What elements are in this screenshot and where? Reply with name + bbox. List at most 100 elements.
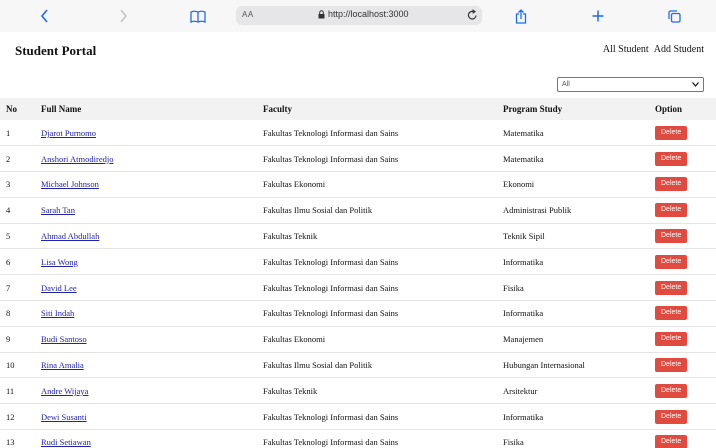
column-header-program-study: Program Study — [503, 104, 563, 114]
table-row: 10 Rina Amalia Fakultas Ilmu Sosial dan Po… — [0, 352, 716, 378]
row-full-name-cell: David Lee — [35, 275, 257, 301]
table-row: 4 Sarah Tan Fakultas Ilmu Sosial dan Polit… — [0, 197, 716, 224]
row-full-name-cell: Ahmad Abdullah — [35, 223, 257, 249]
delete-button[interactable]: Delete — [655, 125, 688, 140]
student-name-link[interactable]: Budi Santoso — [41, 334, 87, 344]
student-name-link[interactable]: Sarah Tan — [41, 205, 75, 215]
row-full-name-cell: Rina Amalia — [35, 352, 257, 378]
row-option-cell: Delete — [649, 430, 716, 448]
tabs-icon — [667, 9, 681, 23]
reader-mode-button[interactable]: AA — [242, 10, 254, 19]
top-nav: All Student Add Student — [603, 44, 704, 55]
row-faculty: Fakultas Teknologi Informasi dan Sains — [263, 411, 399, 422]
reload-icon[interactable] — [467, 9, 478, 21]
row-program-study: Matematika — [503, 153, 544, 164]
row-option-cell: Delete — [649, 275, 716, 301]
student-name-link[interactable]: Rina Amalia — [41, 360, 84, 370]
table-row: 3 Michael Johnson Fakultas Ekonomi Ekonomi D… — [0, 172, 716, 198]
delete-button[interactable]: Delete — [655, 409, 688, 424]
delete-button[interactable]: Delete — [655, 332, 688, 347]
row-full-name-cell: Lisa Wong — [35, 249, 257, 275]
column-header-faculty: Faculty — [263, 104, 292, 114]
student-name-link[interactable]: Andre Wijaya — [41, 386, 88, 396]
student-name-link[interactable]: Siti Indah — [41, 308, 74, 318]
table-row: 1 Djarot Purnomo Fakultas Teknologi Inform… — [0, 120, 716, 146]
row-program-study: Teknik Sipil — [503, 231, 545, 242]
share-icon — [515, 8, 527, 24]
row-option-cell: Delete — [649, 249, 716, 275]
row-program-study: Administrasi Publik — [503, 205, 572, 216]
row-number: 4 — [6, 205, 11, 216]
delete-button[interactable]: Delete — [655, 177, 688, 192]
row-faculty: Fakultas Teknik — [263, 231, 318, 242]
table-row: 2 Anshori Atmodiredjo Fakultas Teknologi I… — [0, 146, 716, 172]
student-name-link[interactable]: David Lee — [41, 283, 77, 293]
row-option-cell: Delete — [649, 404, 716, 430]
table-body: 1 Djarot Purnomo Fakultas Teknologi Inform… — [0, 120, 716, 448]
table-header-row: No Full Name Faculty Program Study Optio… — [0, 98, 716, 120]
delete-button[interactable]: Delete — [655, 151, 688, 166]
row-program-study: Arsitektur — [503, 385, 538, 396]
delete-button[interactable]: Delete — [655, 383, 688, 398]
column-header-option: Option — [655, 104, 683, 114]
student-name-link[interactable]: Anshori Atmodiredjo — [41, 154, 113, 164]
delete-button[interactable]: Delete — [655, 280, 688, 295]
delete-button[interactable]: Delete — [655, 306, 688, 321]
url-text: http://localhost:3000 — [328, 9, 409, 19]
row-option-cell: Delete — [649, 223, 716, 249]
tabs-button[interactable] — [665, 4, 683, 28]
row-program-study: Informatika — [503, 411, 544, 422]
delete-button[interactable]: Delete — [655, 358, 688, 373]
delete-button[interactable]: Delete — [655, 435, 688, 448]
nav-add-student-link[interactable]: Add Student — [654, 44, 704, 55]
row-full-name-cell: Sarah Tan — [35, 197, 257, 223]
student-name-link[interactable]: Rudi Setiawan — [41, 437, 91, 447]
browser-toolbar: AA http://localhost:3000 — [0, 0, 716, 32]
delete-button[interactable]: Delete — [655, 203, 688, 218]
row-number: 11 — [6, 385, 15, 396]
table-row: 8 Siti Indah Fakultas Teknologi Informasi … — [0, 301, 716, 327]
chevron-down-icon — [692, 82, 699, 87]
row-number: 6 — [6, 256, 11, 267]
lock-icon — [318, 10, 325, 19]
row-option-cell: Delete — [649, 352, 716, 378]
new-tab-button[interactable] — [589, 4, 607, 28]
address-bar[interactable]: AA http://localhost:3000 — [236, 6, 482, 25]
column-header-full-name: Full Name — [41, 104, 82, 114]
plus-icon — [592, 10, 604, 22]
student-name-link[interactable]: Djarot Purnomo — [41, 128, 96, 138]
row-faculty: Fakultas Ekonomi — [263, 179, 326, 190]
filter-selected-value: All — [562, 81, 570, 88]
row-full-name-cell: Michael Johnson — [35, 172, 257, 198]
table-row: 7 David Lee Fakultas Teknologi Informasi d… — [0, 275, 716, 301]
row-program-study: Informatika — [503, 308, 544, 319]
back-button[interactable] — [36, 4, 54, 28]
student-name-link[interactable]: Michael Johnson — [41, 179, 99, 189]
nav-all-student-link[interactable]: All Student — [603, 44, 649, 55]
delete-button[interactable]: Delete — [655, 254, 688, 269]
row-program-study: Matematika — [503, 127, 544, 138]
share-button[interactable] — [512, 4, 530, 28]
row-full-name-cell: Siti Indah — [35, 301, 257, 327]
row-number: 12 — [6, 411, 15, 422]
student-name-link[interactable]: Ahmad Abdullah — [41, 231, 99, 241]
table-row: 11 Andre Wijaya Fakultas Teknik Arsitektur D… — [0, 378, 716, 404]
table-row: 5 Ahmad Abdullah Fakultas Teknik Teknik Sip… — [0, 223, 716, 249]
faculty-filter-select[interactable]: All — [557, 77, 704, 92]
row-faculty: Fakultas Teknologi Informasi dan Sains — [263, 282, 399, 293]
student-name-link[interactable]: Lisa Wong — [41, 257, 78, 267]
row-number: 3 — [6, 179, 11, 190]
table-row: 13 Rudi Setiawan Fakultas Teknologi Inform… — [0, 430, 716, 448]
row-faculty: Fakultas Ilmu Sosial dan Politik — [263, 360, 373, 371]
delete-button[interactable]: Delete — [655, 229, 688, 244]
bookmarks-button[interactable] — [188, 4, 208, 28]
row-faculty: Fakultas Ekonomi — [263, 334, 326, 345]
row-number: 1 — [6, 127, 11, 138]
book-icon — [190, 10, 206, 23]
row-faculty: Fakultas Teknologi Informasi dan Sains — [263, 437, 399, 448]
student-name-link[interactable]: Dewi Susanti — [41, 412, 87, 422]
row-program-study: Ekonomi — [503, 179, 535, 190]
chevron-left-icon — [40, 9, 48, 23]
row-faculty: Fakultas Teknik — [263, 385, 318, 396]
forward-button[interactable] — [114, 4, 132, 28]
